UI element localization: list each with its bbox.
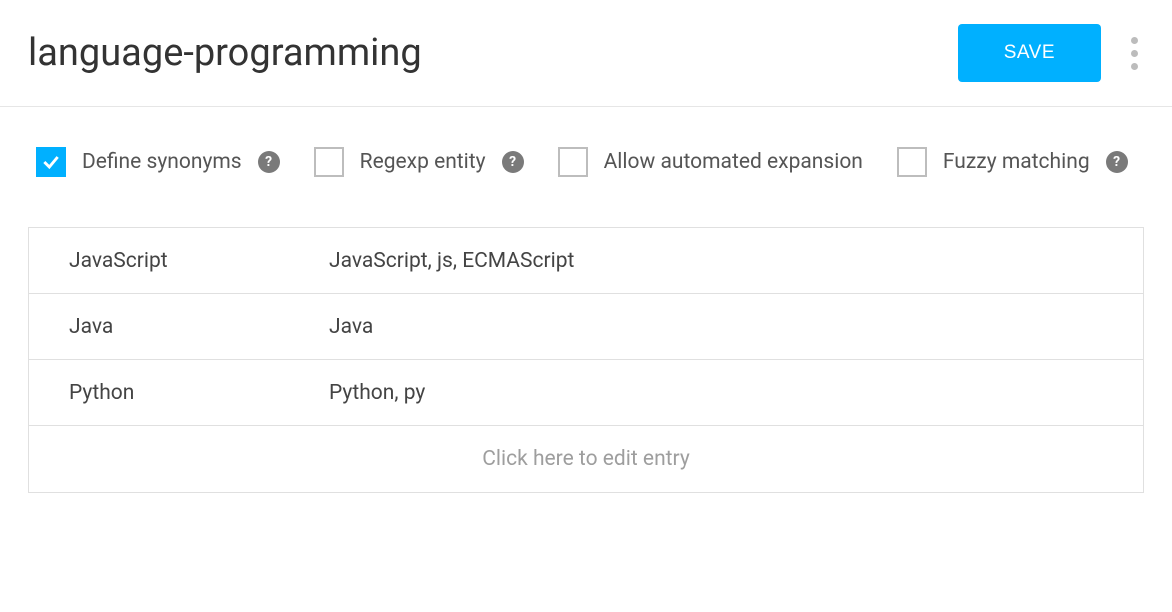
entries-section: JavaScript JavaScript, js, ECMAScript Ja… xyxy=(0,197,1172,493)
option-regexp-entity: Regexp entity ? xyxy=(314,147,524,177)
define-synonyms-checkbox[interactable] xyxy=(36,147,66,177)
table-row[interactable]: JavaScript JavaScript, js, ECMAScript xyxy=(29,228,1143,294)
regexp-entity-checkbox[interactable] xyxy=(314,147,344,177)
page-title: language-programming xyxy=(28,31,422,75)
check-icon xyxy=(41,152,61,172)
table-row[interactable]: Python Python, py xyxy=(29,360,1143,426)
help-icon[interactable]: ? xyxy=(1106,151,1128,173)
entry-synonyms[interactable]: Java xyxy=(329,297,1143,357)
allow-automated-expansion-label: Allow automated expansion xyxy=(604,150,863,174)
entry-synonyms[interactable]: Python, py xyxy=(329,363,1143,423)
entry-synonyms[interactable]: JavaScript, js, ECMAScript xyxy=(329,231,1143,291)
entry-value[interactable]: Python xyxy=(29,363,329,423)
define-synonyms-label: Define synonyms xyxy=(82,150,242,174)
option-fuzzy-matching: Fuzzy matching ? xyxy=(897,147,1128,177)
entries-table: JavaScript JavaScript, js, ECMAScript Ja… xyxy=(28,227,1144,493)
entry-value[interactable]: JavaScript xyxy=(29,231,329,291)
entity-options: Define synonyms ? Regexp entity ? Allow … xyxy=(0,107,1172,197)
help-icon[interactable]: ? xyxy=(258,151,280,173)
fuzzy-matching-checkbox[interactable] xyxy=(897,147,927,177)
allow-automated-expansion-checkbox[interactable] xyxy=(558,147,588,177)
table-row[interactable]: Java Java xyxy=(29,294,1143,360)
regexp-entity-label: Regexp entity xyxy=(360,150,486,174)
help-icon[interactable]: ? xyxy=(502,151,524,173)
option-define-synonyms: Define synonyms ? xyxy=(36,147,280,177)
entry-value[interactable]: Java xyxy=(29,297,329,357)
new-entry-placeholder[interactable]: Click here to edit entry xyxy=(29,426,1143,492)
header-actions: SAVE xyxy=(958,24,1144,82)
dots-vertical-icon xyxy=(1131,37,1138,44)
more-menu-button[interactable] xyxy=(1125,31,1144,76)
option-allow-automated-expansion: Allow automated expansion xyxy=(558,147,863,177)
fuzzy-matching-label: Fuzzy matching xyxy=(943,150,1090,174)
save-button[interactable]: SAVE xyxy=(958,24,1101,82)
